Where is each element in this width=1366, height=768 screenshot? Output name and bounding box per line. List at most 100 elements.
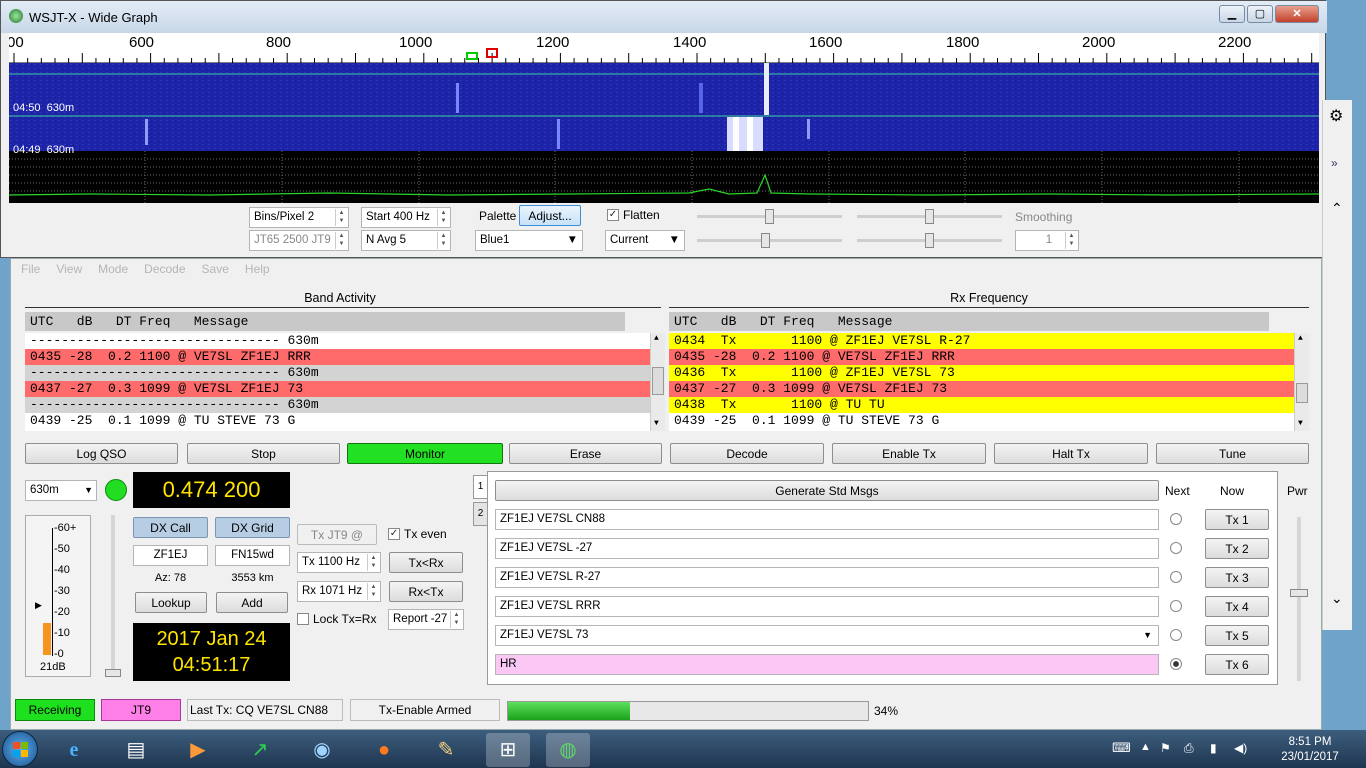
band-activity-scrollbar[interactable]: ▲ ▼ bbox=[650, 333, 665, 431]
tx-message-field[interactable]: ZF1EJ VE7SL R-27 bbox=[495, 567, 1159, 588]
rx-freq-spinbox[interactable]: Rx 1071 Hz ▲ ▼ bbox=[297, 581, 381, 602]
start-freq-spinbox[interactable]: Start 400 Hz ▲ ▼ bbox=[361, 207, 451, 228]
network-icon[interactable]: ▮ bbox=[1210, 741, 1217, 755]
next-radio[interactable] bbox=[1170, 542, 1182, 554]
tune-button[interactable]: Tune bbox=[1156, 443, 1309, 464]
next-radio[interactable] bbox=[1170, 571, 1182, 583]
list-row[interactable]: 0438 Tx 1100 @ TU TU bbox=[669, 397, 1309, 413]
volume-icon[interactable]: ◀) bbox=[1234, 741, 1247, 755]
add-button[interactable]: Add bbox=[216, 592, 288, 613]
power-slider[interactable] bbox=[1290, 517, 1308, 681]
list-row[interactable]: 0436 Tx 1100 @ ZF1EJ VE7SL 73 bbox=[669, 365, 1309, 381]
tx-message-field[interactable]: HR bbox=[495, 654, 1159, 675]
spec-zero-slider[interactable] bbox=[857, 233, 1002, 248]
maximize-button[interactable]: ▢ bbox=[1247, 5, 1273, 23]
menu-file[interactable]: File bbox=[21, 262, 40, 276]
scroll-down-icon[interactable]: ⌄ bbox=[1331, 590, 1343, 607]
tx-now-button[interactable]: Tx 1 bbox=[1205, 509, 1269, 530]
tx-now-button[interactable]: Tx 2 bbox=[1205, 538, 1269, 559]
waterfall[interactable]: 04:50 630m 04:49 630m bbox=[9, 63, 1319, 203]
spin-arrows-icon[interactable]: ▲ ▼ bbox=[367, 554, 379, 571]
spin-arrows-icon[interactable]: ▲ ▼ bbox=[367, 583, 379, 600]
spin-arrows-icon[interactable]: ▲ ▼ bbox=[450, 611, 462, 628]
list-row[interactable]: -------------------------------- 630m bbox=[25, 333, 665, 349]
band-select[interactable]: 630m ▼ bbox=[25, 480, 97, 501]
spin-arrows-icon[interactable]: ▲ ▼ bbox=[335, 232, 347, 249]
minimize-button[interactable]: ▁ bbox=[1219, 5, 1245, 23]
menu-help[interactable]: Help bbox=[245, 262, 270, 276]
palette-select[interactable]: Blue1 ▼ bbox=[475, 230, 583, 251]
scroll-down-icon[interactable]: ▼ bbox=[1298, 419, 1303, 428]
start-button[interactable] bbox=[2, 731, 38, 767]
tab-1[interactable]: 1 bbox=[473, 475, 487, 499]
slider-handle[interactable] bbox=[765, 209, 774, 224]
rx-frequency-scrollbar[interactable]: ▲ ▼ bbox=[1294, 333, 1309, 431]
ie-icon[interactable]: e bbox=[52, 733, 96, 767]
slider-handle[interactable] bbox=[1290, 589, 1308, 597]
generate-std-msgs-button[interactable]: Generate Std Msgs bbox=[495, 480, 1159, 501]
frequency-scale[interactable]: 00 600 800 1000 1200 1400 1600 1800 2000… bbox=[9, 33, 1319, 63]
program-icon[interactable]: ⊞ bbox=[486, 733, 530, 767]
slider-handle[interactable] bbox=[105, 669, 121, 677]
spectrum-select[interactable]: Current ▼ bbox=[605, 230, 685, 251]
slider-handle[interactable] bbox=[925, 233, 934, 248]
gain-slider[interactable] bbox=[697, 209, 842, 224]
tx-message-field[interactable]: ZF1EJ VE7SL -27 bbox=[495, 538, 1159, 559]
spin-arrows-icon[interactable]: ▲ ▼ bbox=[1065, 232, 1077, 249]
chevron-right-icon[interactable]: » bbox=[1331, 156, 1338, 170]
media-player-icon[interactable]: ▶ bbox=[176, 733, 220, 767]
slider-handle[interactable] bbox=[925, 209, 934, 224]
report-spinbox[interactable]: Report -27 ▲ ▼ bbox=[388, 609, 464, 630]
list-row[interactable]: 0434 Tx 1100 @ ZF1EJ VE7SL R-27 bbox=[669, 333, 1309, 349]
monitor-button[interactable]: Monitor bbox=[347, 443, 503, 464]
tx-message-field[interactable]: ZF1EJ VE7SL RRR bbox=[495, 596, 1159, 617]
tx-now-button[interactable]: Tx 4 bbox=[1205, 596, 1269, 617]
menu-mode[interactable]: Mode bbox=[98, 262, 128, 276]
spin-arrows-icon[interactable]: ▲ ▼ bbox=[335, 209, 347, 226]
erase-button[interactable]: Erase bbox=[509, 443, 662, 464]
scroll-thumb[interactable] bbox=[652, 367, 664, 395]
scroll-up-icon[interactable]: ▲ bbox=[1298, 334, 1303, 343]
dx-call-input[interactable]: ZF1EJ bbox=[133, 545, 208, 566]
scroll-thumb[interactable] bbox=[1296, 383, 1308, 403]
next-radio[interactable] bbox=[1170, 658, 1182, 670]
list-row[interactable]: -------------------------------- 630m bbox=[25, 365, 665, 381]
next-radio[interactable] bbox=[1170, 513, 1182, 525]
rx-from-tx-button[interactable]: Rx<Tx bbox=[389, 581, 463, 602]
list-row[interactable]: 0439 -25 0.1 1099 @ TU STEVE 73 G bbox=[669, 413, 1309, 429]
band-activity-list[interactable]: -------------------------------- 630m 043… bbox=[25, 333, 665, 431]
list-row[interactable]: 0437 -27 0.3 1099 @ VE7SL ZF1EJ 73 bbox=[25, 381, 665, 397]
system-clock[interactable]: 8:51 PM 23/01/2017 bbox=[1270, 735, 1350, 765]
spin-arrows-icon[interactable]: ▲ ▼ bbox=[437, 232, 449, 249]
close-button[interactable]: ✕ bbox=[1275, 5, 1319, 23]
spin-arrows-icon[interactable]: ▲ ▼ bbox=[437, 209, 449, 226]
zero-slider[interactable] bbox=[697, 233, 842, 248]
halt-tx-button[interactable]: Halt Tx bbox=[994, 443, 1148, 464]
dx-grid-input[interactable]: FN15wd bbox=[215, 545, 290, 566]
split-spinbox[interactable]: JT65 2500 JT9 ▲ ▼ bbox=[249, 230, 349, 251]
spec-gain-slider[interactable] bbox=[857, 209, 1002, 224]
adjust-button[interactable]: Adjust... bbox=[519, 205, 581, 226]
tx-message-field[interactable]: ZF1EJ VE7SL 73 ▼ bbox=[495, 625, 1159, 646]
tx-now-button[interactable]: Tx 3 bbox=[1205, 567, 1269, 588]
bins-pixel-spinbox[interactable]: Bins/Pixel 2 ▲ ▼ bbox=[249, 207, 349, 228]
wsjtx-taskbar-icon[interactable]: ◍ bbox=[546, 733, 590, 767]
scroll-down-icon[interactable]: ▼ bbox=[654, 419, 659, 428]
chart-app-icon[interactable]: ↗ bbox=[238, 733, 282, 767]
tx-now-button[interactable]: Tx 6 bbox=[1205, 654, 1269, 675]
menu-decode[interactable]: Decode bbox=[144, 262, 185, 276]
decode-button[interactable]: Decode bbox=[670, 443, 824, 464]
flag-icon[interactable]: ⚑ bbox=[1160, 741, 1171, 755]
next-radio[interactable] bbox=[1170, 629, 1182, 641]
keyboard-icon[interactable]: ⌨ bbox=[1112, 740, 1131, 756]
scroll-up-icon[interactable]: ▲ bbox=[654, 334, 659, 343]
device-icon[interactable]: ⎙ bbox=[1184, 741, 1194, 756]
show-hidden-icons[interactable]: ▲ bbox=[1140, 741, 1151, 753]
rx-frequency-list[interactable]: 0434 Tx 1100 @ ZF1EJ VE7SL R-27 0435 -28 … bbox=[669, 333, 1309, 431]
menu-save[interactable]: Save bbox=[202, 262, 229, 276]
menu-view[interactable]: View bbox=[56, 262, 82, 276]
tab-2[interactable]: 2 bbox=[473, 502, 487, 526]
smoothing-spinbox[interactable]: 1 ▲ ▼ bbox=[1015, 230, 1079, 251]
slider-handle[interactable] bbox=[761, 233, 770, 248]
next-radio[interactable] bbox=[1170, 600, 1182, 612]
